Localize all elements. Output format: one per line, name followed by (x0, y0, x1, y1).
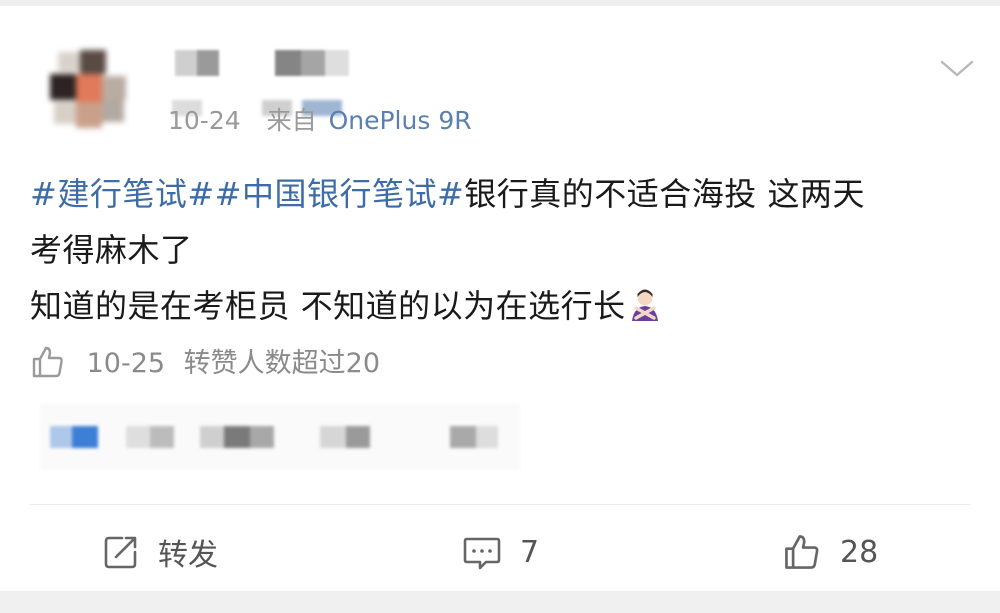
hashtag-ccb-exam[interactable]: #建行笔试# (30, 175, 215, 213)
avatar[interactable] (50, 50, 130, 130)
content-line-2: 考得麻木了 (30, 231, 193, 269)
likes-date: 10-25 (86, 348, 166, 379)
person-gesturing-no-emoji (628, 282, 662, 321)
weibo-post-card: 10-24 来自 OnePlus 9R #建行笔试##中国银行笔试#银行真的不适… (0, 0, 1000, 613)
source-prefix: 来自 (266, 106, 317, 135)
post-date: 10-24 (168, 106, 241, 135)
source-device[interactable]: OnePlus 9R (329, 106, 472, 135)
repost-button[interactable]: 转发 (102, 526, 218, 578)
repost-icon (104, 536, 137, 569)
repost-label: 转发 (158, 538, 218, 573)
chevron-down-icon[interactable] (938, 54, 976, 82)
divider (30, 504, 970, 505)
comment-icon (463, 537, 501, 570)
content-line-1: #建行笔试##中国银行笔试#银行真的不适合海投 这两天 (30, 166, 980, 222)
content-line-3: 知道的是在考柜员 不知道的以为在选行长 (30, 278, 980, 334)
top-separator (0, 0, 1000, 6)
content-text-1: 银行真的不适合海投 这两天 (464, 175, 865, 213)
post-meta: 10-24 来自 OnePlus 9R (168, 104, 472, 138)
username-redacted[interactable] (175, 50, 355, 76)
comment-count: 7 (520, 534, 540, 570)
content-text-3: 知道的是在考柜员 不知道的以为在选行长 (30, 287, 626, 325)
like-count: 28 (840, 534, 879, 570)
likes-summary[interactable]: 10-25 转赞人数超过20 (30, 342, 380, 386)
thumbs-up-icon (785, 535, 819, 569)
post-content: #建行笔试##中国银行笔试#银行真的不适合海投 这两天 考得麻木了 知道的是在考… (30, 166, 980, 334)
liker-avatars-redacted (40, 404, 520, 470)
hashtag-boc-exam[interactable]: #中国银行笔试# (215, 175, 465, 213)
like-button[interactable]: 28 (782, 526, 878, 578)
bottom-separator (0, 591, 1000, 613)
thumbs-up-icon (30, 344, 66, 380)
comment-button[interactable]: 7 (462, 526, 539, 578)
likes-text: 转赞人数超过20 (183, 348, 381, 379)
